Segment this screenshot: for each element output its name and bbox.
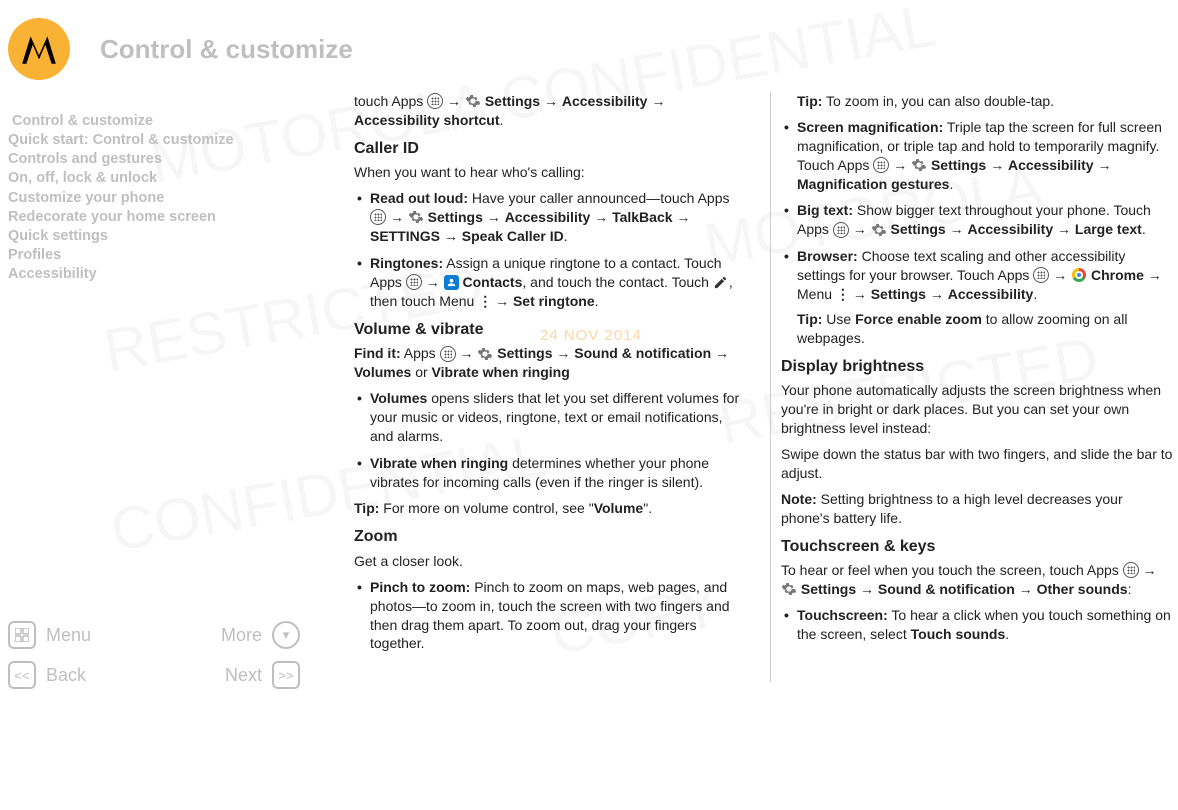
item-screen-magnification: Screen magnification: Triple tap the scr… (781, 118, 1174, 194)
caller-id-lead: When you want to hear who's calling: (354, 163, 747, 182)
item-vibrate: Vibrate when ringing determines whether … (354, 454, 747, 492)
apps-icon (427, 93, 443, 109)
item-browser: Browser: Choose text scaling and other a… (781, 247, 1174, 347)
bottom-nav: Menu More ▾ << Back Next >> (4, 615, 304, 695)
display-p1: Your phone automatically adjusts the scr… (781, 381, 1174, 438)
apps-icon (873, 157, 889, 173)
apps-icon (833, 222, 849, 238)
heading-touchscreen: Touchscreen & keys (781, 536, 1174, 558)
pencil-icon (713, 274, 729, 290)
sidebar-item-3[interactable]: On, off, lock & unlock (0, 169, 310, 188)
touch-lead: To hear or feel when you touch the scree… (781, 561, 1174, 599)
item-pinch-zoom: Pinch to zoom: Pinch to zoom on maps, we… (354, 578, 747, 654)
motorola-logo (8, 18, 70, 80)
menu-dots-icon: ⋮ (478, 293, 491, 309)
gear-icon (408, 209, 424, 225)
back-button[interactable]: << Back (8, 661, 86, 689)
item-read-out-loud: Read out loud: Have your caller announce… (354, 189, 747, 246)
sidebar-item-8[interactable]: Accessibility (0, 265, 310, 284)
menu-button[interactable]: Menu (8, 621, 91, 649)
item-touchscreen: Touchscreen: To hear a click when you to… (781, 606, 1174, 644)
apps-icon (1123, 562, 1139, 578)
back-icon: << (8, 661, 36, 689)
apps-icon (406, 274, 422, 290)
topic-sidebar: Control & customize Quick start: Control… (0, 112, 310, 284)
sidebar-item-2[interactable]: Controls and gestures (0, 150, 310, 169)
gear-icon (465, 93, 481, 109)
contacts-icon (444, 275, 459, 290)
more-label: More (221, 625, 262, 646)
item-big-text: Big text: Show bigger text throughout yo… (781, 201, 1174, 239)
sidebar-item-1[interactable]: Quick start: Control & customize (0, 131, 310, 150)
next-button[interactable]: Next >> (225, 661, 300, 689)
content-column-1: touch Apps → Settings → Accessibility → … (354, 92, 747, 692)
volume-findit: Find it: Apps → Settings → Sound & notif… (354, 344, 747, 382)
sidebar-item-7[interactable]: Profiles (0, 246, 310, 265)
zoom-tip: Tip: To zoom in, you can also double-tap… (781, 92, 1174, 111)
motorola-m-icon (18, 28, 60, 70)
content-column-2: Tip: To zoom in, you can also double-tap… (781, 92, 1174, 692)
heading-volume: Volume & vibrate (354, 319, 747, 341)
menu-grid-icon (8, 621, 36, 649)
menu-label: Menu (46, 625, 91, 646)
volume-tip: Tip: For more on volume control, see "Vo… (354, 499, 747, 518)
more-down-icon: ▾ (272, 621, 300, 649)
gear-icon (871, 222, 887, 238)
heading-display-brightness: Display brightness (781, 356, 1174, 378)
chrome-icon (1071, 267, 1087, 283)
item-ringtones: Ringtones: Assign a unique ringtone to a… (354, 254, 747, 311)
apps-icon (1033, 267, 1049, 283)
next-label: Next (225, 665, 262, 686)
sidebar-item-6[interactable]: Quick settings (0, 227, 310, 246)
sidebar-item-5[interactable]: Redecorate your home screen (0, 208, 310, 227)
heading-zoom: Zoom (354, 526, 747, 548)
menu-dots-icon: ⋮ (836, 286, 849, 302)
gear-icon (781, 581, 797, 597)
display-p2: Swipe down the status bar with two finge… (781, 445, 1174, 483)
next-icon: >> (272, 661, 300, 689)
intro-shortcut: touch Apps → Settings → Accessibility → … (354, 92, 747, 130)
back-label: Back (46, 665, 86, 686)
apps-icon (370, 209, 386, 225)
sidebar-item-4[interactable]: Customize your phone (0, 189, 310, 208)
content-area: touch Apps → Settings → Accessibility → … (354, 92, 1174, 692)
zoom-lead: Get a closer look. (354, 552, 747, 571)
item-volumes: Volumes opens sliders that let you set d… (354, 389, 747, 446)
heading-caller-id: Caller ID (354, 138, 747, 160)
apps-icon (440, 346, 456, 362)
gear-icon (911, 157, 927, 173)
more-button[interactable]: More ▾ (221, 621, 300, 649)
page-title: Control & customize (100, 34, 353, 65)
display-note: Note: Setting brightness to a high level… (781, 490, 1174, 528)
gear-icon (477, 346, 493, 362)
sidebar-item-0[interactable]: Control & customize (0, 112, 310, 131)
